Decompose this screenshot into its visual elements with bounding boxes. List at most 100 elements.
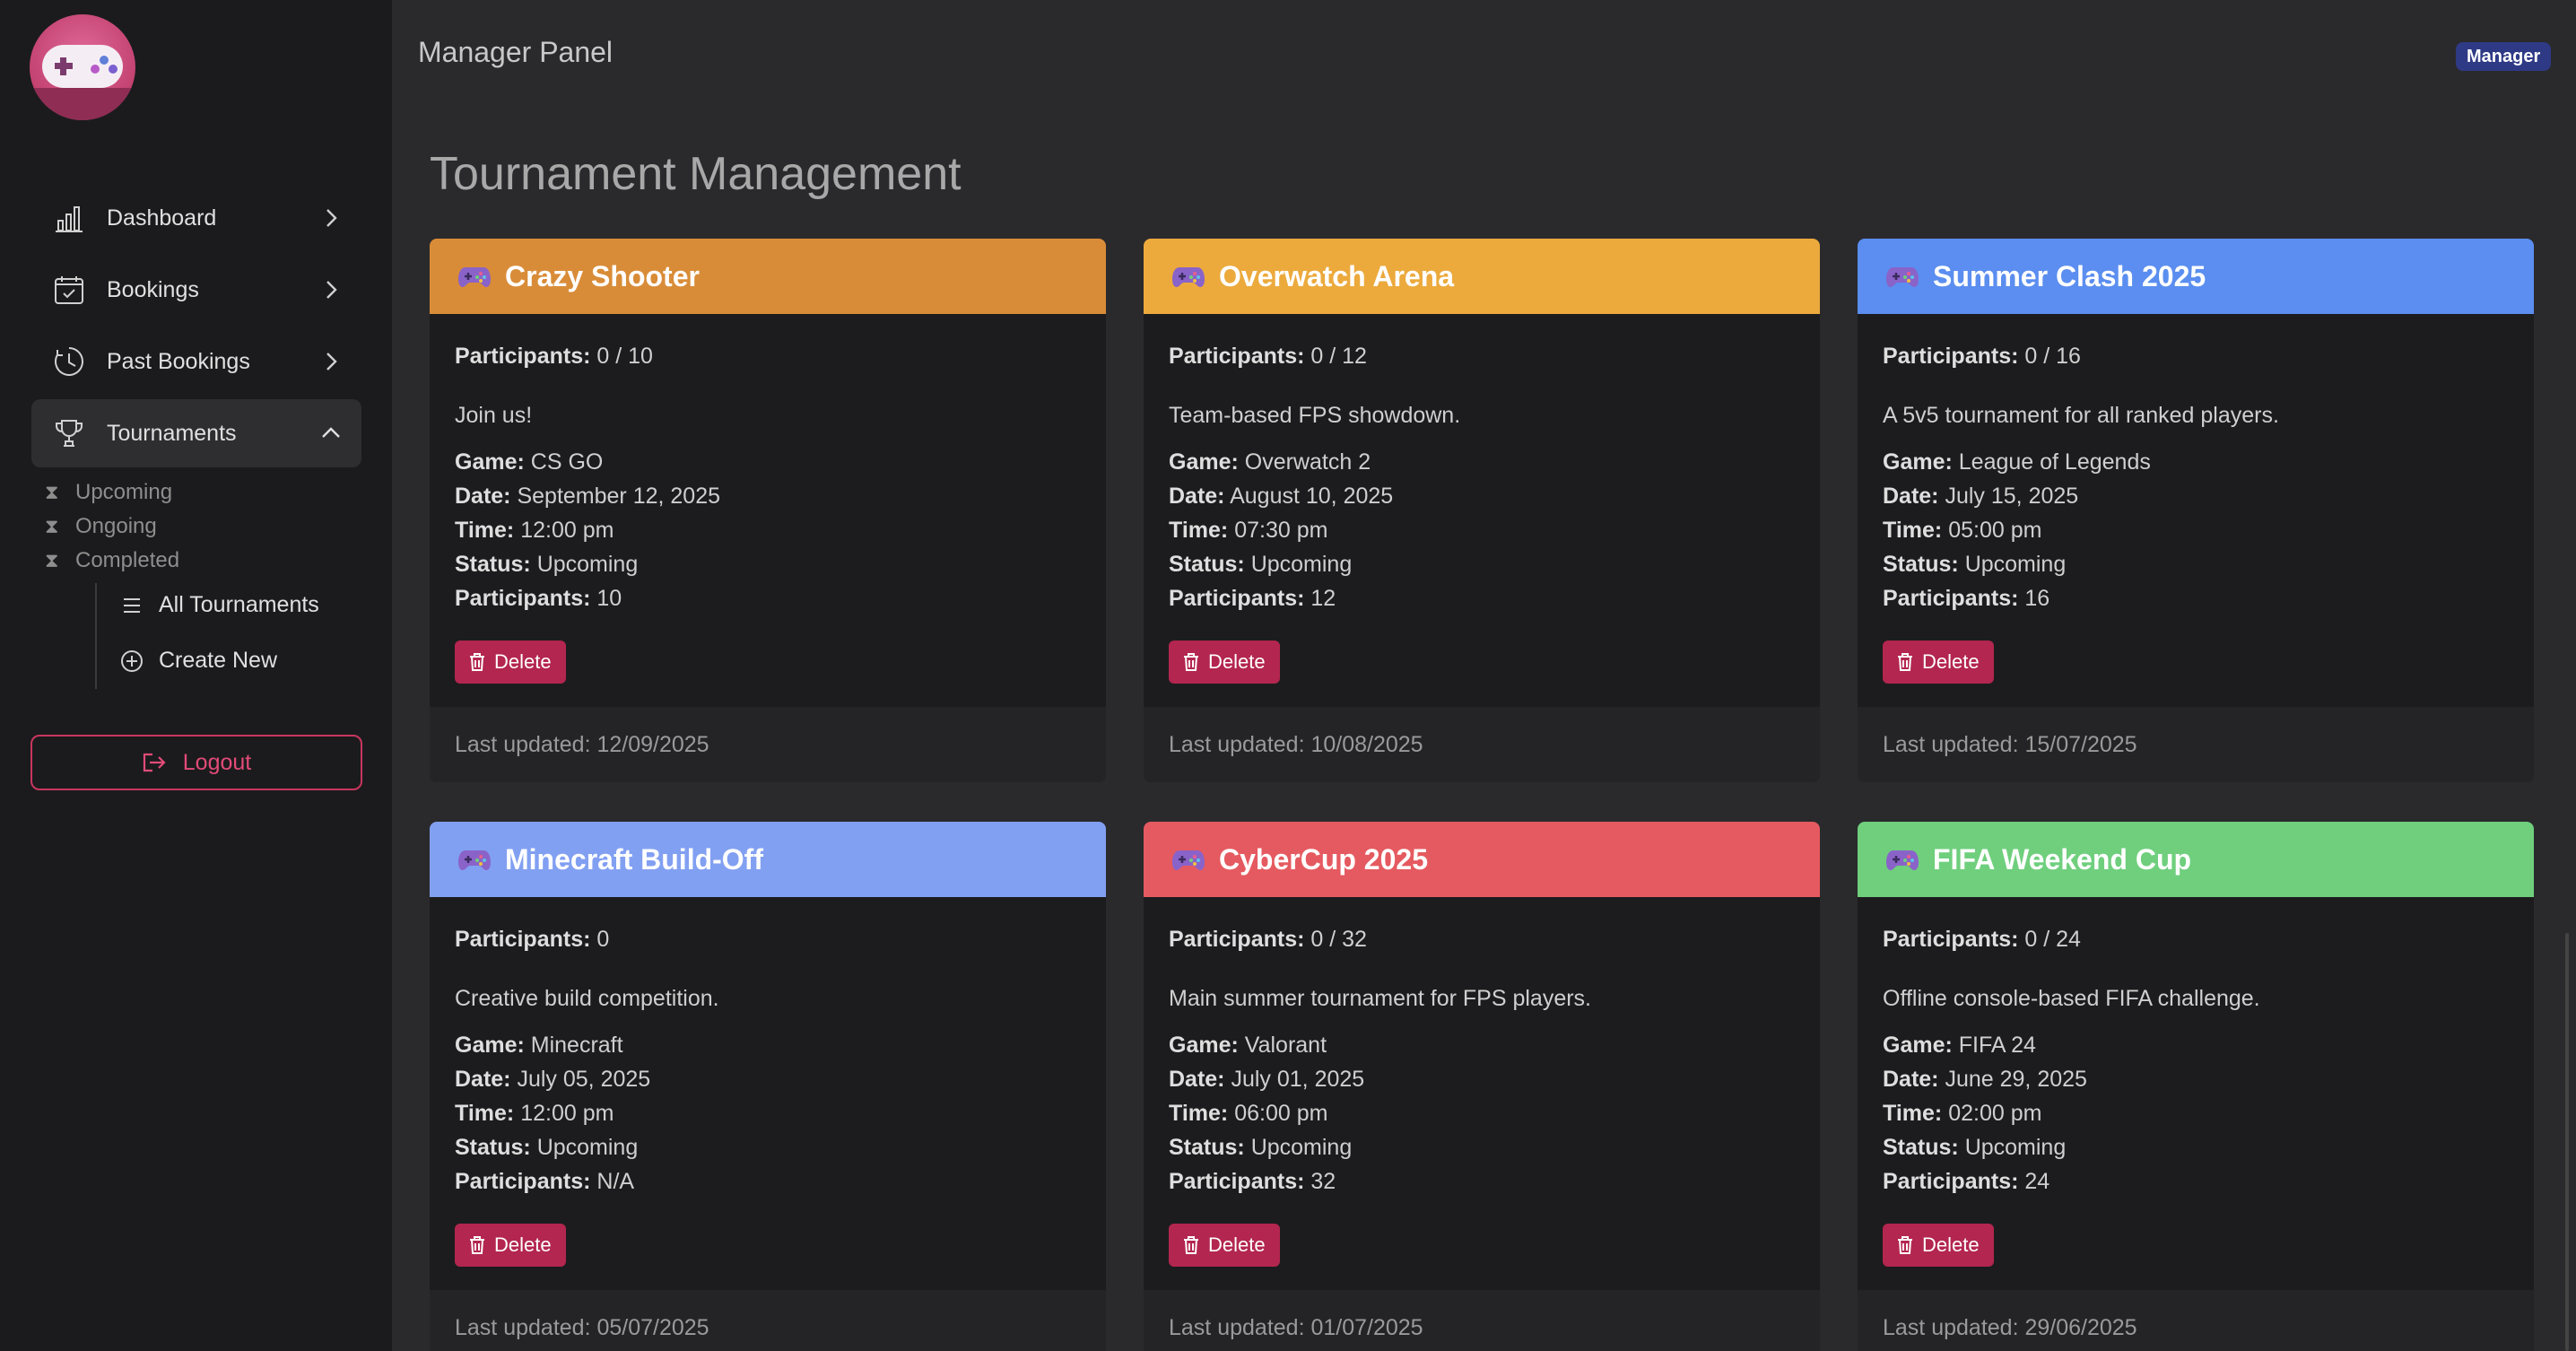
scrollbar[interactable] [2565, 933, 2569, 1351]
logout-icon [142, 750, 167, 775]
game-row: Game: Valorant [1169, 1033, 1327, 1058]
card-header: Minecraft Build-Off [430, 822, 1106, 897]
sidebar-item-past-bookings[interactable]: Past Bookings [31, 327, 361, 396]
hourglass-icon: ⧗ [45, 549, 59, 571]
game-row: Game: Minecraft [455, 1033, 623, 1058]
trash-icon [470, 1236, 484, 1254]
participants-count: Participants: 0 / 10 [455, 344, 653, 369]
status-row: Status: Upcoming [455, 552, 639, 577]
tournament-card: CyberCup 2025 Participants: 0 / 32 Main … [1144, 822, 1820, 1351]
list-icon [119, 593, 144, 618]
tournament-name: CyberCup 2025 [1219, 842, 1428, 876]
card-header: Overwatch Arena [1144, 239, 1820, 314]
sidebar: Dashboard Bookings Past Bookings Tournam… [0, 0, 392, 1351]
tournament-name: Crazy Shooter [505, 259, 700, 292]
delete-button[interactable]: Delete [1169, 1224, 1280, 1267]
gamepad-icon [458, 267, 491, 287]
submenu-divider [95, 583, 97, 689]
card-body: Participants: 0 / 32 Main summer tournam… [1144, 897, 1820, 1267]
date-row: Date: September 12, 2025 [455, 484, 721, 509]
logout-button[interactable]: Logout [30, 735, 362, 790]
filter-ongoing[interactable]: ⧗ Ongoing [45, 514, 157, 539]
panel-title: Manager Panel [418, 36, 614, 68]
time-row: Time: 07:30 pm [1169, 518, 1328, 543]
tournament-card: Overwatch Arena Participants: 0 / 12 Tea… [1144, 239, 1820, 782]
game-row: Game: Overwatch 2 [1169, 449, 1371, 475]
card-header: Summer Clash 2025 [1858, 239, 2534, 314]
sidebar-link-all-tournaments[interactable]: All Tournaments [119, 592, 319, 618]
tournament-description: Join us! [455, 403, 533, 428]
delete-button[interactable]: Delete [455, 1224, 566, 1267]
delete-button[interactable]: Delete [1883, 1224, 1994, 1267]
tournament-description: Creative build competition. [455, 986, 719, 1011]
chevron-up-icon [320, 423, 342, 444]
card-body: Participants: 0 / 10 Join us! Game: CS G… [430, 314, 1106, 684]
participants-row: Participants: N/A [455, 1169, 635, 1194]
participants-row: Participants: 10 [455, 586, 622, 611]
card-body: Participants: 0 / 24 Offline console-bas… [1858, 897, 2534, 1267]
trash-icon [1898, 653, 1912, 671]
last-updated: Last updated: 01/07/2025 [1144, 1290, 1820, 1351]
date-row: Date: July 01, 2025 [1169, 1067, 1365, 1092]
card-header: Crazy Shooter [430, 239, 1106, 314]
date-row: Date: July 15, 2025 [1883, 484, 2079, 509]
trash-icon [1184, 1236, 1198, 1254]
tournament-card: Crazy Shooter Participants: 0 / 10 Join … [430, 239, 1106, 782]
gamepad-icon [1886, 267, 1919, 287]
time-row: Time: 12:00 pm [455, 1101, 614, 1126]
last-updated: Last updated: 10/08/2025 [1144, 707, 1820, 782]
last-updated: Last updated: 29/06/2025 [1858, 1290, 2534, 1351]
sidebar-link-create-new[interactable]: Create New [119, 648, 277, 674]
delete-button[interactable]: Delete [455, 641, 566, 684]
trash-icon [1898, 1236, 1912, 1254]
status-row: Status: Upcoming [1883, 552, 2067, 577]
sidebar-item-dashboard[interactable]: Dashboard [31, 184, 361, 252]
delete-button[interactable]: Delete [1883, 641, 1994, 684]
tournament-card: FIFA Weekend Cup Participants: 0 / 24 Of… [1858, 822, 2534, 1351]
filter-completed[interactable]: ⧗ Completed [45, 548, 179, 573]
participants-count: Participants: 0 / 16 [1883, 344, 2081, 369]
filter-upcoming[interactable]: ⧗ Upcoming [45, 480, 172, 505]
clock-history-icon [53, 345, 85, 378]
participants-row: Participants: 12 [1169, 586, 1336, 611]
delete-button[interactable]: Delete [1169, 641, 1280, 684]
status-row: Status: Upcoming [1169, 552, 1353, 577]
card-body: Participants: 0 Creative build competiti… [430, 897, 1106, 1267]
chevron-right-icon [320, 351, 342, 372]
chevron-right-icon [320, 279, 342, 301]
status-row: Status: Upcoming [455, 1135, 639, 1160]
time-row: Time: 05:00 pm [1883, 518, 2042, 543]
tournament-description: A 5v5 tournament for all ranked players. [1883, 403, 2279, 428]
participants-count: Participants: 0 / 32 [1169, 927, 1367, 952]
sidebar-item-tournaments[interactable]: Tournaments [31, 399, 361, 467]
calendar-check-icon [53, 274, 85, 306]
trophy-icon [53, 417, 85, 449]
trash-icon [470, 653, 484, 671]
last-updated: Last updated: 05/07/2025 [430, 1290, 1106, 1351]
time-row: Time: 12:00 pm [455, 518, 614, 543]
date-row: Date: June 29, 2025 [1883, 1067, 2087, 1092]
sidebar-item-label: Tournaments [107, 420, 237, 446]
date-row: Date: August 10, 2025 [1169, 484, 1394, 509]
gamepad-logo-icon[interactable] [30, 14, 135, 120]
sidebar-item-bookings[interactable]: Bookings [31, 256, 361, 324]
status-row: Status: Upcoming [1883, 1135, 2067, 1160]
tournament-name: Overwatch Arena [1219, 259, 1455, 292]
tournament-description: Team-based FPS showdown. [1169, 403, 1461, 428]
tournament-card: Minecraft Build-Off Participants: 0 Crea… [430, 822, 1106, 1351]
gamepad-icon [1172, 850, 1205, 870]
game-row: Game: League of Legends [1883, 449, 2151, 475]
card-body: Participants: 0 / 12 Team-based FPS show… [1144, 314, 1820, 684]
trash-icon [1184, 653, 1198, 671]
participants-count: Participants: 0 [455, 927, 610, 952]
bar-chart-icon [53, 202, 85, 234]
participants-count: Participants: 0 / 24 [1883, 927, 2081, 952]
last-updated: Last updated: 12/09/2025 [430, 707, 1106, 782]
time-row: Time: 02:00 pm [1883, 1101, 2042, 1126]
participants-row: Participants: 16 [1883, 586, 2050, 611]
tournament-name: Summer Clash 2025 [1933, 259, 2206, 292]
sidebar-item-label: Bookings [107, 276, 199, 302]
sidebar-item-label: Past Bookings [107, 348, 250, 374]
participants-count: Participants: 0 / 12 [1169, 344, 1367, 369]
last-updated: Last updated: 15/07/2025 [1858, 707, 2534, 782]
